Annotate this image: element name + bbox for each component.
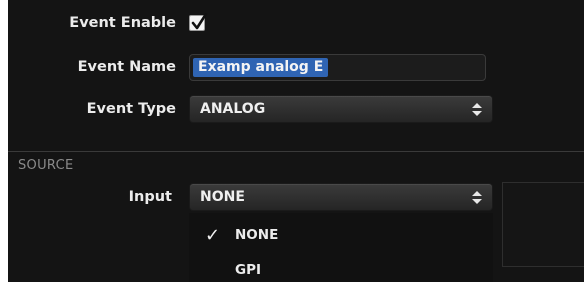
event-enable-label: Event Enable <box>69 15 176 31</box>
source-input-row: Input NONE <box>8 182 584 212</box>
input-dropdown-menu: ✓ NONE GPI <box>189 213 493 282</box>
event-name-row: Event Name Examp analog E <box>8 52 584 82</box>
source-section-title: SOURCE <box>18 158 74 173</box>
checkmark-icon <box>191 13 208 30</box>
option-label: NONE <box>235 227 279 243</box>
up-down-arrows-icon <box>472 191 482 204</box>
input-value: NONE <box>200 189 245 205</box>
input-label: Input <box>128 189 172 205</box>
event-name-value: Examp analog E <box>193 58 329 77</box>
option-label: GPI <box>235 262 261 278</box>
dropdown-option-gpi[interactable]: GPI <box>189 257 493 285</box>
event-settings-panel: Event Enable Event Name Examp analog E E… <box>8 0 584 282</box>
up-down-arrows-icon <box>472 103 482 116</box>
input-select[interactable]: NONE <box>189 183 493 211</box>
dropdown-option-none[interactable]: ✓ NONE <box>189 222 493 250</box>
event-name-label: Event Name <box>77 59 176 75</box>
event-type-value: ANALOG <box>200 101 266 117</box>
event-type-row: Event Type ANALOG <box>8 94 584 124</box>
checkmark-icon: ✓ <box>205 225 221 246</box>
event-enable-row: Event Enable <box>8 8 584 38</box>
event-name-field[interactable]: Examp analog E <box>189 54 486 81</box>
event-type-select[interactable]: ANALOG <box>189 95 493 123</box>
section-divider <box>8 151 584 152</box>
event-type-label: Event Type <box>86 101 176 117</box>
source-side-box <box>502 182 584 267</box>
event-enable-checkbox[interactable] <box>189 13 208 31</box>
